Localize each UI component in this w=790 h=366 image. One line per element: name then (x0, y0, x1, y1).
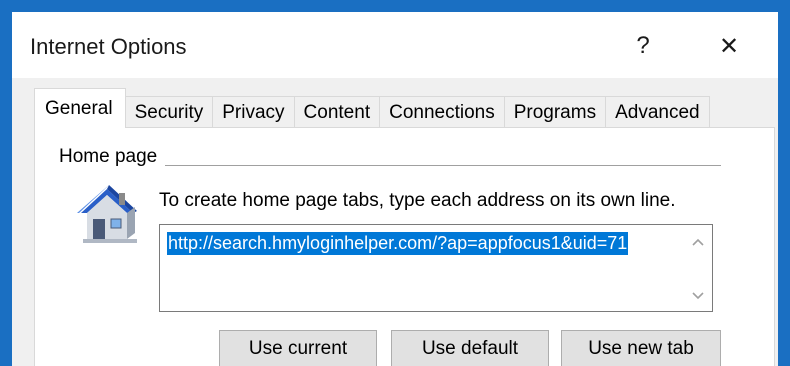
tab-content[interactable]: Content (293, 96, 381, 128)
tab-strip: General Security Privacy Content Connect… (34, 84, 710, 128)
home-page-instruction: To create home page tabs, type each addr… (159, 190, 676, 211)
tab-general[interactable]: General (34, 88, 126, 128)
tab-programs[interactable]: Programs (503, 96, 607, 128)
home-page-url-selected-text[interactable]: http://search.hmyloginhelper.com/?ap=app… (167, 232, 629, 255)
internet-options-window: Internet Options ? ✕ General Security Pr… (12, 12, 778, 366)
use-default-button[interactable]: Use default (391, 330, 549, 366)
group-divider (165, 165, 721, 166)
window-title: Internet Options (30, 34, 187, 59)
scroll-down-button[interactable] (684, 283, 712, 309)
general-tab-panel: Home page To create home page tabs, type… (34, 127, 775, 366)
chevron-up-icon (692, 238, 704, 246)
help-button[interactable]: ? (620, 26, 666, 66)
tab-privacy[interactable]: Privacy (212, 96, 295, 128)
close-icon: ✕ (718, 32, 740, 60)
title-bar[interactable]: Internet Options ? ✕ (12, 12, 778, 78)
tab-security[interactable]: Security (124, 96, 214, 128)
use-current-button[interactable]: Use current (219, 330, 377, 366)
home-page-group-label: Home page (59, 146, 164, 168)
help-icon: ? (636, 32, 650, 59)
vertical-scrollbar[interactable] (684, 225, 712, 311)
tab-advanced[interactable]: Advanced (605, 96, 710, 128)
close-button[interactable]: ✕ (706, 26, 752, 66)
chevron-down-icon (692, 292, 704, 300)
tab-connections[interactable]: Connections (379, 96, 505, 128)
dialog-body: General Security Privacy Content Connect… (12, 78, 778, 366)
use-new-tab-button[interactable]: Use new tab (561, 330, 721, 366)
scroll-up-button[interactable] (684, 229, 712, 255)
home-page-url-textarea[interactable]: http://search.hmyloginhelper.com/?ap=app… (159, 224, 713, 312)
house-icon (77, 185, 137, 243)
